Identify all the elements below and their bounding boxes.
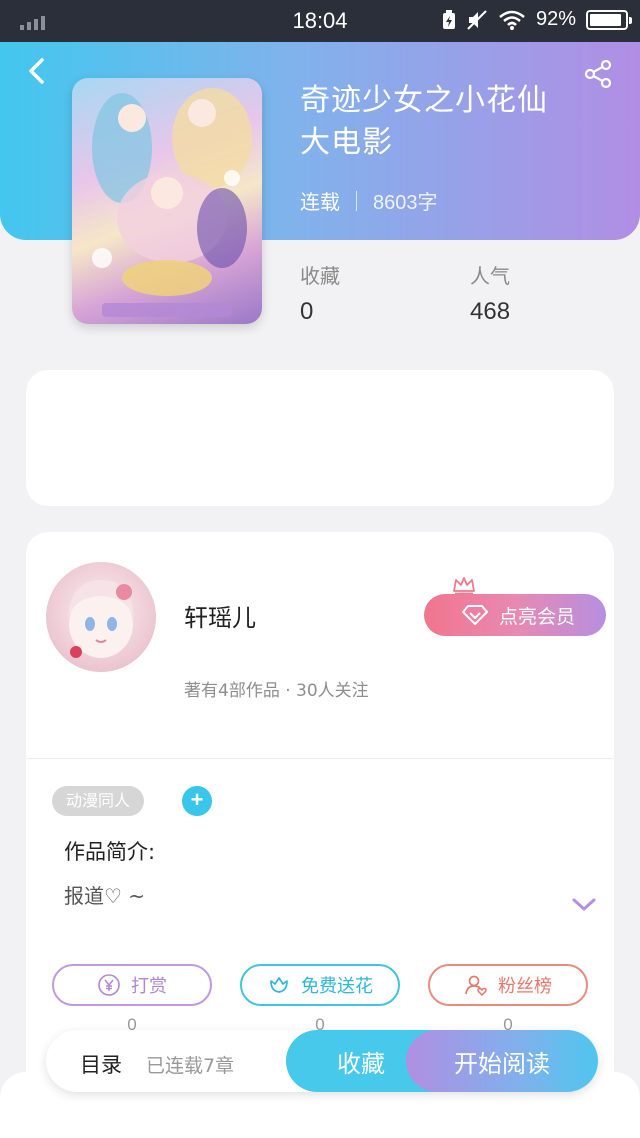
placeholder-card <box>26 370 614 506</box>
back-icon[interactable] <box>22 56 52 86</box>
intro-text: 报道♡ ~ <box>64 884 146 908</box>
popularity-count: 468 <box>470 298 511 325</box>
vip-button-label: 点亮会员 <box>498 605 575 628</box>
author-avatar[interactable] <box>46 562 156 672</box>
section-divider <box>26 758 614 759</box>
chapter-count[interactable]: 已连载7章 <box>146 1051 234 1078</box>
add-tag-button[interactable]: + <box>182 786 212 816</box>
book-title: 奇迹少女之小花仙 大电影 <box>300 83 548 160</box>
send-flower-label: 免费送花 <box>301 976 373 997</box>
genre-tag[interactable]: 动漫同人 <box>52 786 145 816</box>
battery-percent: 92% <box>535 8 576 30</box>
table-of-contents-link[interactable]: 目录 <box>80 1049 122 1079</box>
start-reading-button[interactable]: 开始阅读 <box>406 1030 598 1092</box>
mute-icon <box>467 9 487 30</box>
favorites-label: 收藏 <box>300 264 340 288</box>
book-cover-image[interactable] <box>72 78 262 324</box>
author-summary: 著有4部作品 · 30人关注 <box>184 681 369 701</box>
fan-ranking-icon <box>465 975 487 997</box>
favorites-count: 0 <box>300 298 314 325</box>
chevron-down-icon[interactable] <box>570 894 598 914</box>
meta-divider <box>356 190 357 211</box>
yen-coin-icon <box>98 974 120 996</box>
avatar-illustration <box>68 580 134 658</box>
book-meta: 连载 8603字 <box>300 186 438 215</box>
flower-icon <box>270 977 288 993</box>
reward-label: 打赏 <box>131 976 167 997</box>
fan-ranking-button[interactable]: 粉丝榜 <box>428 964 588 1006</box>
intro-label: 作品简介: <box>64 840 156 864</box>
cover-illustration <box>92 88 252 317</box>
diamond-icon <box>461 605 488 625</box>
wifi-icon <box>499 10 525 30</box>
send-flower-button[interactable]: 免费送花 <box>240 964 400 1006</box>
book-status: 连载 <box>300 190 340 214</box>
author-name[interactable]: 轩瑶儿 <box>184 598 256 633</box>
battery-charging-icon <box>442 9 455 29</box>
activate-vip-button[interactable]: 点亮会员 <box>424 594 606 636</box>
word-count: 8603字 <box>373 192 438 214</box>
status-bar: 18:04 92% <box>0 0 640 42</box>
reward-button[interactable]: 打赏 <box>52 964 212 1006</box>
popularity-label: 人气 <box>470 264 510 288</box>
battery-icon <box>586 9 632 30</box>
crown-icon <box>453 577 475 595</box>
fan-ranking-label: 粉丝榜 <box>498 976 552 997</box>
